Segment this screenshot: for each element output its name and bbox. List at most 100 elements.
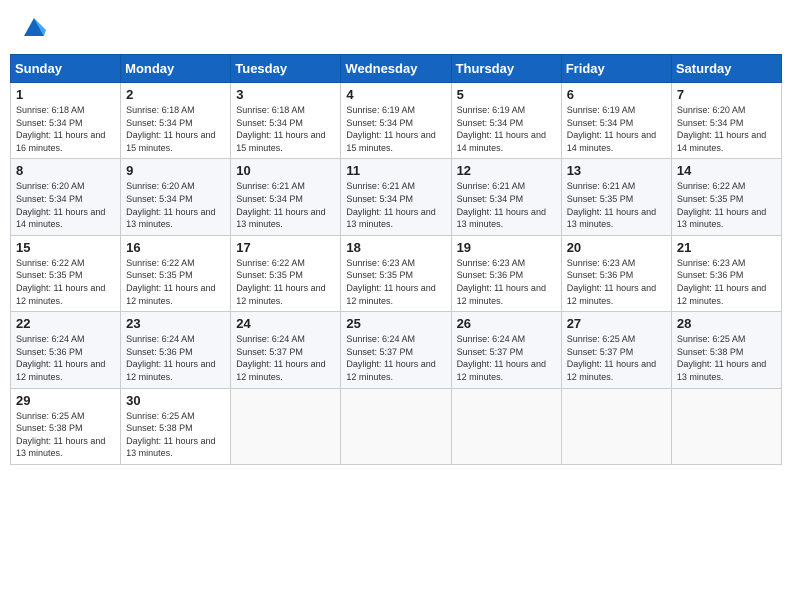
calendar-cell: 10 Sunrise: 6:21 AMSunset: 5:34 PMDayligh… [231, 159, 341, 235]
day-info: Sunrise: 6:21 AMSunset: 5:35 PMDaylight:… [567, 180, 666, 230]
day-number: 28 [677, 316, 776, 331]
day-info: Sunrise: 6:23 AMSunset: 5:36 PMDaylight:… [567, 257, 666, 307]
day-number: 6 [567, 87, 666, 102]
calendar-cell: 9 Sunrise: 6:20 AMSunset: 5:34 PMDaylight… [121, 159, 231, 235]
calendar-cell: 7 Sunrise: 6:20 AMSunset: 5:34 PMDaylight… [671, 83, 781, 159]
calendar-cell: 30 Sunrise: 6:25 AMSunset: 5:38 PMDayligh… [121, 388, 231, 464]
calendar-cell: 18 Sunrise: 6:23 AMSunset: 5:35 PMDayligh… [341, 235, 451, 311]
calendar-cell: 26Sunrise: 6:24 AMSunset: 5:37 PMDayligh… [451, 312, 561, 388]
day-number: 30 [126, 393, 225, 408]
calendar-cell: 6 Sunrise: 6:19 AMSunset: 5:34 PMDaylight… [561, 83, 671, 159]
day-number: 22 [16, 316, 115, 331]
day-info: Sunrise: 6:22 AMSunset: 5:35 PMDaylight:… [16, 257, 115, 307]
day-info: Sunrise: 6:24 AMSunset: 5:36 PMDaylight:… [126, 333, 225, 383]
day-number: 21 [677, 240, 776, 255]
day-info: Sunrise: 6:23 AMSunset: 5:35 PMDaylight:… [346, 257, 445, 307]
calendar-cell: 1 Sunrise: 6:18 AMSunset: 5:34 PMDaylight… [11, 83, 121, 159]
day-number: 3 [236, 87, 335, 102]
calendar-cell: 14 Sunrise: 6:22 AMSunset: 5:35 PMDayligh… [671, 159, 781, 235]
day-number: 29 [16, 393, 115, 408]
week-row-1: 1 Sunrise: 6:18 AMSunset: 5:34 PMDaylight… [11, 83, 782, 159]
weekday-thursday: Thursday [451, 55, 561, 83]
day-number: 27 [567, 316, 666, 331]
calendar-cell: 3 Sunrise: 6:18 AMSunset: 5:34 PMDaylight… [231, 83, 341, 159]
day-info: Sunrise: 6:21 AMSunset: 5:34 PMDaylight:… [346, 180, 445, 230]
calendar-cell: 25 Sunrise: 6:24 AMSunset: 5:37 PMDayligh… [341, 312, 451, 388]
day-info: Sunrise: 6:22 AMSunset: 5:35 PMDaylight:… [126, 257, 225, 307]
day-number: 10 [236, 163, 335, 178]
day-number: 25 [346, 316, 445, 331]
week-row-4: 22 Sunrise: 6:24 AMSunset: 5:36 PMDayligh… [11, 312, 782, 388]
calendar-cell: 24 Sunrise: 6:24 AMSunset: 5:37 PMDayligh… [231, 312, 341, 388]
weekday-tuesday: Tuesday [231, 55, 341, 83]
day-number: 7 [677, 87, 776, 102]
day-info: Sunrise: 6:24 AMSunset: 5:37 PMDaylight:… [236, 333, 335, 383]
calendar-cell: 28Sunrise: 6:25 AMSunset: 5:38 PMDayligh… [671, 312, 781, 388]
calendar-cell: 15Sunrise: 6:22 AMSunset: 5:35 PMDayligh… [11, 235, 121, 311]
calendar-cell: 27 Sunrise: 6:25 AMSunset: 5:37 PMDayligh… [561, 312, 671, 388]
day-info: Sunrise: 6:20 AMSunset: 5:34 PMDaylight:… [16, 180, 115, 230]
logo [18, 14, 48, 42]
calendar-cell [341, 388, 451, 464]
day-info: Sunrise: 6:25 AMSunset: 5:38 PMDaylight:… [126, 410, 225, 460]
week-row-5: 29 Sunrise: 6:25 AMSunset: 5:38 PMDayligh… [11, 388, 782, 464]
calendar-cell: 4 Sunrise: 6:19 AMSunset: 5:34 PMDaylight… [341, 83, 451, 159]
day-number: 11 [346, 163, 445, 178]
day-info: Sunrise: 6:21 AMSunset: 5:34 PMDaylight:… [236, 180, 335, 230]
calendar-cell [451, 388, 561, 464]
calendar-cell: 19Sunrise: 6:23 AMSunset: 5:36 PMDayligh… [451, 235, 561, 311]
weekday-monday: Monday [121, 55, 231, 83]
calendar-cell: 23Sunrise: 6:24 AMSunset: 5:36 PMDayligh… [121, 312, 231, 388]
day-info: Sunrise: 6:20 AMSunset: 5:34 PMDaylight:… [126, 180, 225, 230]
header [10, 10, 782, 46]
calendar-cell: 12 Sunrise: 6:21 AMSunset: 5:34 PMDayligh… [451, 159, 561, 235]
calendar-cell [231, 388, 341, 464]
calendar-cell: 16 Sunrise: 6:22 AMSunset: 5:35 PMDayligh… [121, 235, 231, 311]
calendar-cell: 11 Sunrise: 6:21 AMSunset: 5:34 PMDayligh… [341, 159, 451, 235]
day-info: Sunrise: 6:18 AMSunset: 5:34 PMDaylight:… [236, 104, 335, 154]
day-number: 17 [236, 240, 335, 255]
calendar-cell: 22Sunrise: 6:24 AMSunset: 5:36 PMDayligh… [11, 312, 121, 388]
day-info: Sunrise: 6:20 AMSunset: 5:34 PMDaylight:… [677, 104, 776, 154]
day-info: Sunrise: 6:19 AMSunset: 5:34 PMDaylight:… [567, 104, 666, 154]
day-info: Sunrise: 6:19 AMSunset: 5:34 PMDaylight:… [346, 104, 445, 154]
day-number: 5 [457, 87, 556, 102]
day-number: 2 [126, 87, 225, 102]
calendar-cell [561, 388, 671, 464]
day-info: Sunrise: 6:18 AMSunset: 5:34 PMDaylight:… [16, 104, 115, 154]
day-info: Sunrise: 6:22 AMSunset: 5:35 PMDaylight:… [677, 180, 776, 230]
calendar-cell: 29 Sunrise: 6:25 AMSunset: 5:38 PMDayligh… [11, 388, 121, 464]
weekday-sunday: Sunday [11, 55, 121, 83]
calendar-cell: 20 Sunrise: 6:23 AMSunset: 5:36 PMDayligh… [561, 235, 671, 311]
calendar-cell: 5 Sunrise: 6:19 AMSunset: 5:34 PMDaylight… [451, 83, 561, 159]
weekday-wednesday: Wednesday [341, 55, 451, 83]
calendar-cell: 8Sunrise: 6:20 AMSunset: 5:34 PMDaylight… [11, 159, 121, 235]
weekday-saturday: Saturday [671, 55, 781, 83]
day-info: Sunrise: 6:19 AMSunset: 5:34 PMDaylight:… [457, 104, 556, 154]
day-number: 24 [236, 316, 335, 331]
day-info: Sunrise: 6:23 AMSunset: 5:36 PMDaylight:… [457, 257, 556, 307]
calendar-cell: 21Sunrise: 6:23 AMSunset: 5:36 PMDayligh… [671, 235, 781, 311]
day-number: 20 [567, 240, 666, 255]
calendar: SundayMondayTuesdayWednesdayThursdayFrid… [10, 54, 782, 465]
day-info: Sunrise: 6:25 AMSunset: 5:38 PMDaylight:… [16, 410, 115, 460]
day-number: 16 [126, 240, 225, 255]
calendar-cell: 13 Sunrise: 6:21 AMSunset: 5:35 PMDayligh… [561, 159, 671, 235]
day-number: 4 [346, 87, 445, 102]
day-number: 13 [567, 163, 666, 178]
day-number: 26 [457, 316, 556, 331]
day-info: Sunrise: 6:25 AMSunset: 5:37 PMDaylight:… [567, 333, 666, 383]
day-number: 12 [457, 163, 556, 178]
logo-icon [20, 14, 48, 42]
weekday-friday: Friday [561, 55, 671, 83]
week-row-2: 8Sunrise: 6:20 AMSunset: 5:34 PMDaylight… [11, 159, 782, 235]
calendar-cell: 2Sunrise: 6:18 AMSunset: 5:34 PMDaylight… [121, 83, 231, 159]
day-info: Sunrise: 6:22 AMSunset: 5:35 PMDaylight:… [236, 257, 335, 307]
day-number: 9 [126, 163, 225, 178]
day-number: 14 [677, 163, 776, 178]
day-number: 1 [16, 87, 115, 102]
day-info: Sunrise: 6:21 AMSunset: 5:34 PMDaylight:… [457, 180, 556, 230]
calendar-cell [671, 388, 781, 464]
day-number: 18 [346, 240, 445, 255]
day-info: Sunrise: 6:24 AMSunset: 5:37 PMDaylight:… [346, 333, 445, 383]
